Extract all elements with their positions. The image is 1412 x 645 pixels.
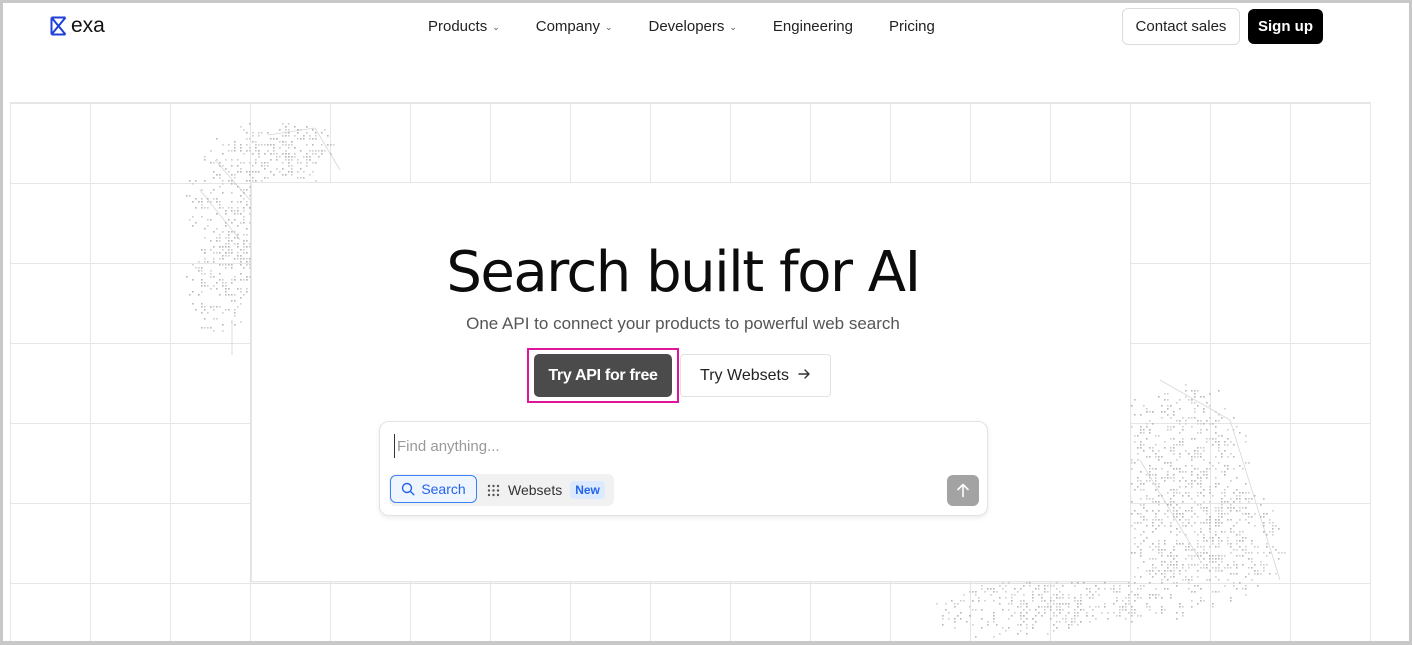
search-panel: Search Websets New [379, 421, 988, 516]
nav-engineering[interactable]: Engineering [773, 18, 853, 35]
try-api-button[interactable]: Try API for free [534, 354, 672, 397]
chevron-down-icon: ⌄ [604, 22, 613, 32]
mode-search-label: Search [421, 481, 466, 497]
chevron-down-icon: ⌄ [729, 22, 737, 32]
chevron-down-icon: ⌄ [492, 22, 500, 32]
nav-label: Engineering [772, 18, 853, 35]
contact-sales-button[interactable]: Contact sales [1122, 8, 1240, 45]
nav-company[interactable]: Company ⌄ [536, 18, 613, 35]
nav-label: Pricing [888, 18, 935, 35]
nav-products[interactable]: Products ⌄ [428, 18, 500, 35]
mode-search-button[interactable]: Search [390, 475, 477, 503]
mode-websets-label: Websets [508, 482, 563, 498]
nav-label: Products [428, 18, 488, 35]
mode-websets-button[interactable]: Websets New [487, 478, 605, 502]
try-websets-label: Try Websets [700, 366, 789, 384]
nav-pricing[interactable]: Pricing [889, 18, 935, 35]
nav-developers[interactable]: Developers ⌄ [649, 18, 737, 35]
nav-label: Company [535, 18, 600, 35]
arrow-right-icon [798, 367, 811, 384]
hero-subtitle: One API to connect your products to powe… [466, 314, 900, 333]
nav-label: Developers [648, 18, 725, 35]
arrow-up-icon [957, 483, 969, 498]
search-input[interactable] [394, 434, 934, 458]
sign-up-button[interactable]: Sign up [1248, 9, 1323, 44]
submit-search-button[interactable] [947, 475, 979, 506]
mode-selector: Search Websets New [389, 474, 614, 506]
new-badge: New [570, 481, 605, 499]
grid-dots-icon [487, 484, 500, 496]
hero-title: Search built for AI [446, 240, 921, 305]
exa-logo-icon [50, 16, 67, 36]
site-header: exa Products ⌄ Company ⌄ Developers ⌄ En… [0, 0, 1412, 54]
main-nav: Products ⌄ Company ⌄ Developers ⌄ Engine… [428, 18, 971, 35]
try-websets-button[interactable]: Try Websets [680, 354, 831, 397]
logo[interactable]: exa [50, 14, 105, 38]
logo-text: exa [71, 14, 105, 37]
search-icon [402, 482, 415, 496]
